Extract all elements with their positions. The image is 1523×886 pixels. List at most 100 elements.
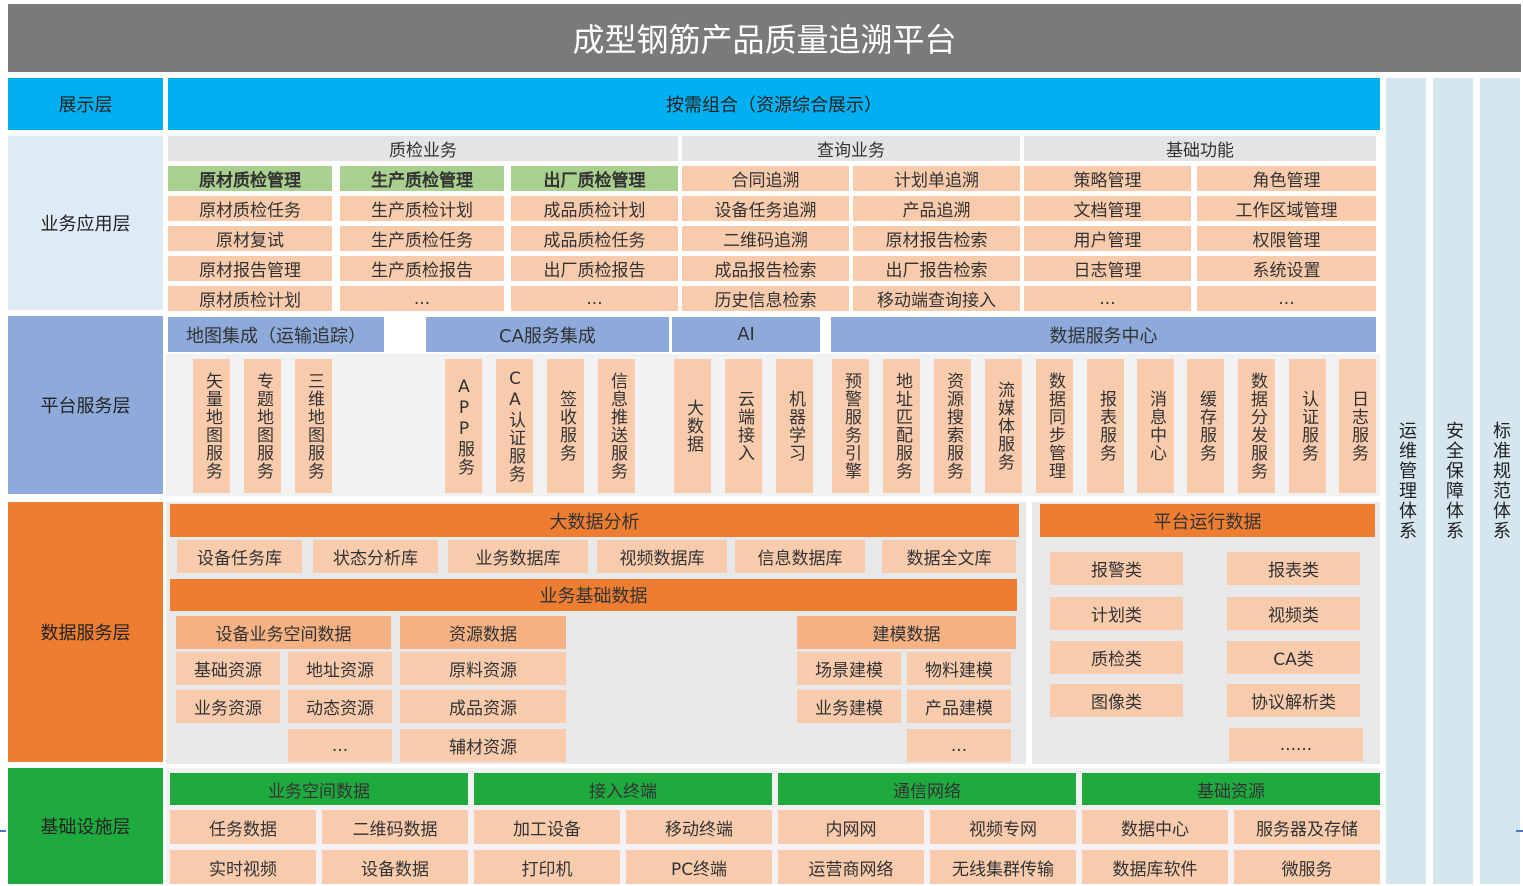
side-system-standard: 标准规范体系	[1480, 78, 1520, 884]
infra-item: 数据库软件	[1082, 850, 1228, 884]
runtime-data-header: 平台运行数据	[1040, 504, 1375, 537]
platform-service: 地址匹配服务	[883, 359, 920, 493]
infra-group-header: 基础资源	[1082, 773, 1380, 805]
bigdata-item: 数据全文库	[882, 540, 1016, 573]
business-item: 系统设置	[1197, 256, 1376, 281]
spatial-item: 业务资源	[176, 690, 280, 723]
basic-data-header: 业务基础数据	[170, 579, 1017, 611]
layer-label-platform: 平台服务层	[8, 316, 163, 494]
platform-service: 签收服务	[547, 359, 584, 493]
business-item: 成品报告检索	[682, 256, 849, 281]
resource-item: 成品资源	[400, 690, 566, 723]
business-item: 产品追溯	[853, 196, 1020, 221]
infra-group-header: 业务空间数据	[170, 773, 468, 805]
infra-item: 移动终端	[626, 810, 772, 844]
platform-service: APP服务	[445, 359, 482, 493]
resource-data-header: 资源数据	[400, 616, 566, 649]
runtime-item: 计划类	[1050, 597, 1183, 630]
model-item: 产品建模	[907, 690, 1011, 723]
platform-header-ca: CA服务集成	[426, 317, 669, 352]
platform-service: 缓存服务	[1187, 359, 1224, 493]
spatial-data-header: 设备业务空间数据	[176, 616, 391, 649]
infra-group-header: 通信网络	[778, 773, 1076, 805]
infra-item: 微服务	[1234, 850, 1380, 884]
business-item: 成品质检任务	[511, 226, 678, 251]
platform-service: 认证服务	[1289, 359, 1326, 493]
model-item: 物料建模	[907, 652, 1011, 685]
bigdata-header: 大数据分析	[170, 504, 1019, 537]
spatial-item: 基础资源	[176, 652, 280, 685]
business-item: 文档管理	[1024, 196, 1191, 221]
business-group-quality: 质检业务	[168, 136, 678, 161]
platform-service: 专题地图服务	[244, 359, 281, 493]
infra-item: 实时视频	[170, 850, 316, 884]
layer-label-display: 展示层	[8, 78, 163, 130]
platform-service: 预警服务引擎	[832, 359, 869, 493]
left-dash-mark	[0, 830, 6, 832]
business-group-query: 查询业务	[682, 136, 1020, 161]
business-item: 移动端查询接入	[853, 286, 1020, 311]
resource-item: 原料资源	[400, 652, 566, 685]
platform-service: 数据分发服务	[1238, 359, 1275, 493]
model-item: 场景建模	[797, 652, 901, 685]
runtime-item: CA类	[1227, 641, 1360, 674]
business-item: 日志管理	[1024, 256, 1191, 281]
platform-service: 矢量地图服务	[193, 359, 230, 493]
business-item: 成品质检计划	[511, 196, 678, 221]
bigdata-item: 状态分析库	[313, 540, 438, 573]
infra-item: 数据中心	[1082, 810, 1228, 844]
side-system-security: 安全保障体系	[1433, 78, 1473, 884]
infra-item: 加工设备	[474, 810, 620, 844]
runtime-item: 报警类	[1050, 552, 1183, 585]
business-col-header: 生产质检管理	[340, 166, 504, 191]
business-item: 出厂报告检索	[853, 256, 1020, 281]
bigdata-item: 视频数据库	[597, 540, 727, 573]
business-item: 原材质检计划	[168, 286, 332, 311]
infra-item: 打印机	[474, 850, 620, 884]
spatial-item: ...	[288, 729, 392, 762]
infra-group-header: 接入终端	[474, 773, 772, 805]
platform-service: 报表服务	[1087, 359, 1124, 493]
model-item: ...	[907, 729, 1011, 762]
runtime-item: 视频类	[1227, 597, 1360, 630]
business-col-header: 计划单追溯	[853, 166, 1020, 191]
business-item: 出厂质检报告	[511, 256, 678, 281]
platform-service: 资源搜索服务	[934, 359, 971, 493]
business-col-header: 原材质检管理	[168, 166, 332, 191]
business-col-header: 角色管理	[1197, 166, 1376, 191]
business-item: 生产质检报告	[340, 256, 504, 281]
display-banner: 按需组合（资源综合展示）	[168, 78, 1380, 130]
spatial-item: 动态资源	[288, 690, 392, 723]
platform-service: 信息推送服务	[598, 359, 635, 493]
infra-item: PC终端	[626, 850, 772, 884]
layer-label-business: 业务应用层	[8, 136, 163, 310]
platform-service: 三维地图服务	[295, 359, 332, 493]
business-item: 原材质检任务	[168, 196, 332, 221]
runtime-item: 图像类	[1050, 684, 1183, 717]
business-item: 设备任务追溯	[682, 196, 849, 221]
business-item: 权限管理	[1197, 226, 1376, 251]
infra-item: 视频专网	[930, 810, 1076, 844]
side-system-ops: 运维管理体系	[1386, 78, 1426, 884]
layer-label-infra: 基础设施层	[8, 768, 163, 884]
business-group-basic: 基础功能	[1024, 136, 1376, 161]
business-item: 历史信息检索	[682, 286, 849, 311]
infra-item: 设备数据	[322, 850, 468, 884]
platform-header-data-center: 数据服务中心	[831, 317, 1376, 352]
platform-title: 成型钢筋产品质量追溯平台	[8, 4, 1521, 72]
layer-label-data: 数据服务层	[8, 502, 163, 762]
runtime-item: ......	[1229, 728, 1363, 761]
data-right-panel	[1032, 502, 1380, 764]
business-item: ...	[340, 286, 504, 311]
platform-service: 数据同步管理	[1036, 359, 1073, 493]
platform-service: 大数据	[674, 359, 711, 493]
infra-item: 服务器及存储	[1234, 810, 1380, 844]
business-item: ...	[1024, 286, 1191, 311]
right-dash-mark	[1516, 830, 1523, 832]
business-item: 生产质检计划	[340, 196, 504, 221]
platform-service: 日志服务	[1339, 359, 1376, 493]
bigdata-item: 信息数据库	[735, 540, 865, 573]
platform-service: CA认证服务	[496, 359, 533, 493]
runtime-item: 报表类	[1227, 552, 1360, 585]
infra-item: 运营商网络	[778, 850, 924, 884]
